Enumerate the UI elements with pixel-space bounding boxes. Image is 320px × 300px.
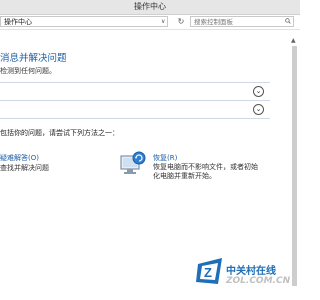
page-subtitle: 检测到任何问题。 <box>0 67 56 75</box>
search-placeholder: 搜索控制面板 <box>194 18 233 26</box>
divider <box>0 82 270 83</box>
hint-text: 包括你的问题，请尝试下列方法之一： <box>0 129 119 137</box>
search-icon <box>285 18 291 24</box>
refresh-button[interactable]: ↻ <box>176 16 186 27</box>
address-bar: 操作中心 ∨ ↻ 搜索控制面板 <box>0 15 300 30</box>
page-title: 消息并解决问题 <box>0 53 67 64</box>
search-input[interactable]: 搜索控制面板 <box>190 16 294 27</box>
svg-text:Z: Z <box>204 265 212 280</box>
recovery-computer-icon <box>120 151 146 174</box>
title-bar[interactable]: 操作中心 <box>0 0 300 15</box>
expand-chevron-icon[interactable]: ⌄ <box>253 86 264 97</box>
watermark-domain: ZOL.COM.CN <box>226 276 291 286</box>
recovery-description: 恢复电脑而不影响文件，或者初始化电脑并重新开始。 <box>153 163 258 180</box>
window-title: 操作中心 <box>134 2 166 11</box>
recovery-link[interactable]: 恢复(R) <box>153 153 177 163</box>
expand-chevron-icon[interactable]: ⌄ <box>253 104 264 115</box>
divider <box>0 118 270 119</box>
chevron-down-icon[interactable]: ∨ <box>161 17 165 27</box>
address-field[interactable]: 操作中心 ∨ <box>0 16 168 27</box>
address-path: 操作中心 <box>4 18 32 26</box>
troubleshoot-description: 查找并解决问题 <box>0 164 49 172</box>
scroll-up-icon[interactable]: ▲ <box>291 38 297 44</box>
action-center-window: 操作中心 操作中心 ∨ ↻ 搜索控制面板 ▲ 消息并解决问题 检测到任何问题。 … <box>0 0 300 300</box>
section-security[interactable]: ⌄ <box>0 82 270 100</box>
troubleshoot-link[interactable]: 疑难解答(O) <box>0 153 39 163</box>
watermark-brand: 中关村在线 <box>226 266 276 277</box>
divider <box>0 100 270 101</box>
zol-logo-icon: Z <box>196 258 222 284</box>
section-maintenance[interactable]: ⌄ <box>0 100 270 118</box>
scrollbar[interactable] <box>292 46 297 286</box>
